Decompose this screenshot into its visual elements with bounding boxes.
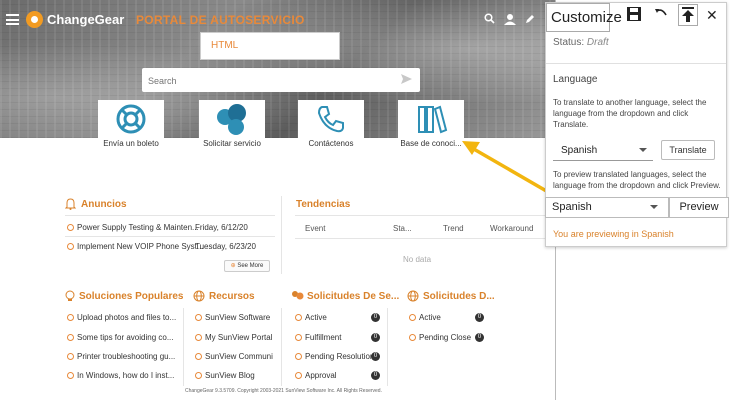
user-icon[interactable]	[503, 13, 517, 28]
popular-solutions-title: Soluciones Populares	[79, 291, 184, 302]
popular-item[interactable]: Some tips for avoiding co...	[67, 333, 174, 342]
preview-button[interactable]: Preview	[669, 197, 729, 218]
resource-item[interactable]: SunView Software	[195, 313, 270, 322]
status-value: Draft	[586, 37, 609, 48]
tile-request-service[interactable]	[199, 100, 265, 138]
count-badge: 0	[475, 333, 484, 342]
customize-title: Customize	[546, 3, 622, 32]
send-icon[interactable]	[401, 74, 412, 87]
count-badge: 0	[371, 352, 380, 361]
requests-icon	[292, 291, 304, 300]
divider	[183, 308, 184, 386]
count-badge: 0	[371, 371, 380, 380]
translate-help: To translate to another language, select…	[553, 98, 707, 129]
divider	[65, 236, 275, 237]
request-item-fulfillment[interactable]: Fulfillment	[295, 333, 341, 342]
portal-title: PORTAL DE AUTOSERVICIO	[136, 13, 305, 27]
language-heading: Language	[553, 74, 598, 85]
logo-icon	[26, 11, 43, 28]
status-line: Status: Draft	[553, 37, 609, 48]
trends-title: Tendencias	[296, 199, 351, 210]
translate-button[interactable]: Translate	[661, 140, 715, 160]
content-area: Anuncios Power Supply Testing & Mainten.…	[45, 190, 555, 400]
bubbles-icon	[217, 104, 246, 135]
announcement-item[interactable]: Power Supply Testing & Mainten...	[67, 223, 199, 232]
tile-knowledge-base[interactable]	[398, 100, 464, 138]
publish-icon[interactable]	[678, 4, 698, 26]
lightbulb-icon	[65, 290, 75, 301]
preview-language-select[interactable]: Spanish	[545, 197, 669, 218]
preview-row: Spanish Preview	[545, 197, 729, 218]
count-badge: 0	[371, 313, 380, 322]
html-widget[interactable]: HTML	[200, 32, 340, 60]
trends-column-status[interactable]: Sta...	[393, 224, 412, 233]
trends-column-workaround[interactable]: Workaround	[490, 224, 533, 233]
close-icon[interactable]: ✕	[706, 7, 718, 24]
request-item-active[interactable]: Active	[409, 313, 441, 322]
trends-empty: No data	[403, 255, 432, 264]
brand-name: ChangeGear	[47, 12, 125, 27]
resource-item[interactable]: My SunView Portal	[195, 333, 272, 342]
tile-label: Envía un boleto	[103, 139, 159, 148]
request-item-pending-close[interactable]: Pending Close	[409, 333, 471, 342]
announcement-date: Friday, 6/12/20	[195, 223, 248, 232]
phone-icon	[317, 106, 344, 133]
translate-language-select[interactable]: Spanish	[553, 142, 653, 161]
announcement-date: Tuesday, 6/23/20	[195, 242, 256, 251]
undo-icon[interactable]	[654, 6, 668, 24]
search-bar[interactable]	[142, 68, 420, 92]
announcement-item[interactable]: Implement New VOIP Phone Syst...	[67, 242, 204, 251]
count-badge: 0	[371, 333, 380, 342]
service-requests-title: Solicitudes De Se...	[307, 291, 400, 302]
tile-label: Solicitar servicio	[203, 139, 261, 148]
announcements-title: Anuncios	[81, 199, 127, 210]
resources-title: Recursos	[209, 291, 255, 302]
popular-item[interactable]: Upload photos and files to...	[67, 313, 176, 322]
resource-item[interactable]: SunView Blog	[195, 371, 255, 380]
divider	[295, 215, 549, 216]
divider	[281, 308, 282, 386]
requests-secondary-title: Solicitudes D...	[423, 291, 495, 302]
divider	[65, 215, 275, 216]
edit-icon[interactable]	[525, 13, 535, 27]
trends-column-event[interactable]: Event	[305, 224, 325, 233]
preview-notice: You are previewing in Spanish	[553, 229, 674, 239]
search-input[interactable]	[146, 71, 400, 91]
bell-icon	[65, 198, 76, 210]
lifebuoy-icon	[116, 104, 146, 134]
menu-icon[interactable]	[6, 14, 19, 25]
books-icon	[418, 105, 448, 134]
tile-submit-ticket[interactable]	[98, 100, 164, 138]
tile-label: Contáctenos	[308, 139, 354, 148]
see-more-button[interactable]: ⊕ See More	[224, 260, 270, 272]
divider	[546, 63, 726, 64]
html-label: HTML	[211, 40, 239, 51]
globe-icon	[407, 290, 419, 302]
count-badge: 0	[475, 313, 484, 322]
divider	[387, 308, 388, 386]
tile-contact-us[interactable]	[298, 100, 364, 138]
request-item-pending-resolution[interactable]: Pending Resolution	[295, 352, 374, 361]
resource-item[interactable]: SunView Communi	[195, 352, 273, 361]
trends-column-trend[interactable]: Trend	[443, 224, 464, 233]
search-icon[interactable]	[484, 13, 495, 27]
preview-help: To preview translated languages, select …	[553, 170, 721, 190]
self-service-portal: ChangeGear PORTAL DE AUTOSERVICIO HTML E…	[0, 0, 556, 400]
divider	[295, 238, 549, 239]
tile-label: Base de conoci...	[400, 139, 462, 148]
popular-item[interactable]: In Windows, how do I inst...	[67, 371, 174, 380]
globe-icon	[193, 290, 205, 302]
popular-item[interactable]: Printer troubleshooting gu...	[67, 352, 175, 361]
request-item-active[interactable]: Active	[295, 313, 327, 322]
save-icon[interactable]	[626, 6, 642, 26]
divider	[281, 196, 282, 274]
footer-copyright: ChangeGear 9.3.5709. Copyright 2003-2021…	[185, 388, 382, 394]
request-item-approval[interactable]: Approval	[295, 371, 337, 380]
